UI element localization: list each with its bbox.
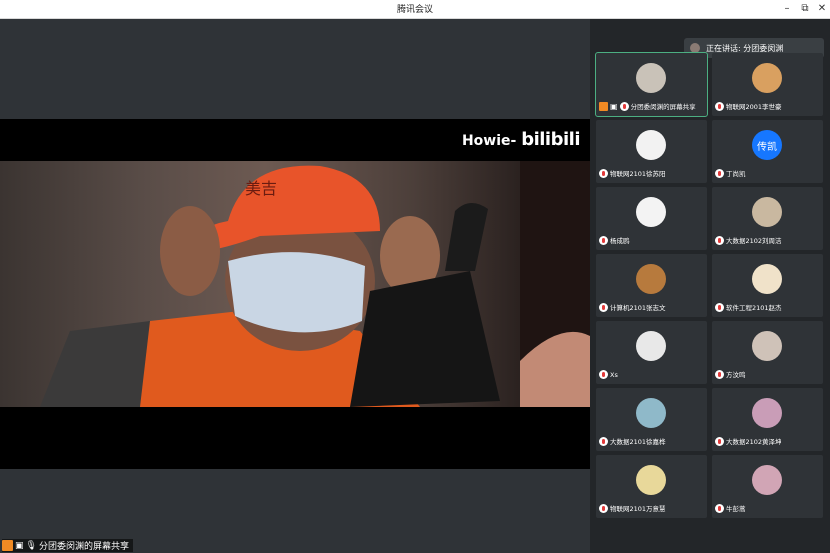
mic-muted-icon	[619, 101, 629, 111]
shared-screen-area[interactable]: 美吉 Howie- bilibili ▣ 🎙 分团委闵渊的屏幕共享	[0, 19, 590, 553]
participant-label: 大数据2101徐嘉桦	[599, 436, 666, 446]
participant-name: 大数据2102刘周洁	[726, 237, 782, 245]
participant-label: 计算机2101张志文	[599, 302, 666, 312]
participant-label: 方汶鸣	[715, 369, 746, 379]
share-label-text: 分团委闵渊的屏幕共享	[38, 542, 129, 552]
participant-avatar	[752, 197, 782, 227]
participant-avatar	[752, 264, 782, 294]
participant-name: Xs	[610, 370, 618, 379]
participant-avatar	[752, 398, 782, 428]
screen-share-label: ▣ 🎙 分团委闵渊的屏幕共享	[2, 539, 133, 552]
mic-muted-icon	[715, 101, 724, 111]
participant-label: 杨成鸥	[599, 235, 630, 245]
screen-share-icon: ▣	[610, 101, 618, 111]
mic-icon: 🎙	[25, 540, 37, 551]
participant-avatar	[752, 63, 782, 93]
participant-name: 大数据2102黄泽坤	[726, 438, 782, 446]
participant-tile[interactable]: 牛彭蒿	[712, 455, 823, 518]
window-title: 腾讯会议	[396, 5, 433, 15]
participant-avatar	[636, 264, 666, 294]
shared-video: 美吉 Howie- bilibili	[0, 119, 590, 469]
participant-avatar	[636, 63, 666, 93]
participant-label: 大数据2102刘周洁	[715, 235, 782, 245]
participant-label: 物联网2101万意慧	[599, 503, 666, 513]
share-user-icon	[2, 540, 13, 551]
share-user-icon	[599, 101, 608, 111]
mic-muted-icon	[599, 235, 608, 245]
participant-tile[interactable]: 大数据2102刘周洁	[712, 187, 823, 250]
participant-tile[interactable]: 物联网2101徐苏阳	[596, 120, 707, 183]
participant-label: ▣ 分团委闵渊的屏幕共享	[599, 101, 696, 111]
participant-tile[interactable]: 物联网2001李世豪	[712, 53, 823, 116]
participant-label: Xs	[599, 370, 618, 379]
participant-avatar: 传凯	[752, 130, 782, 160]
participant-label: 大数据2102黄泽坤	[715, 436, 782, 446]
participant-avatar	[636, 331, 666, 361]
participant-name: 分团委闵渊的屏幕共享	[630, 103, 696, 111]
participant-tile[interactable]: 大数据2102黄泽坤	[712, 388, 823, 451]
participant-name: 杨成鸥	[610, 237, 630, 245]
participant-avatar	[636, 465, 666, 495]
participant-name: 物联网2001李世豪	[726, 103, 782, 111]
video-frame: 美吉	[0, 161, 590, 407]
participant-name: 方汶鸣	[726, 371, 746, 379]
participant-name: 软件工程2101赵杰	[726, 304, 782, 312]
minimize-button[interactable]: –	[780, 2, 794, 15]
mic-muted-icon	[715, 503, 724, 513]
svg-text:美吉: 美吉	[245, 179, 277, 198]
participant-panel: 正在讲话: 分团委闵渊 ▣ 分团委闵渊的屏幕共享 物联网2001李世豪物联网2101…	[590, 19, 830, 553]
mic-muted-icon	[599, 370, 608, 379]
close-button[interactable]: ✕	[815, 2, 829, 15]
participant-label: 物联网2101徐苏阳	[599, 168, 666, 178]
mic-muted-icon	[715, 302, 724, 312]
participant-tile[interactable]: 计算机2101张志文	[596, 254, 707, 317]
participant-tile[interactable]: 杨成鸥	[596, 187, 707, 250]
participant-name: 物联网2101万意慧	[610, 505, 666, 513]
mic-muted-icon	[599, 168, 608, 178]
participant-label: 丁尚凯	[715, 168, 746, 178]
participant-label: 软件工程2101赵杰	[715, 302, 782, 312]
video-scene: 美吉	[40, 161, 590, 407]
watermark-text: Howie-	[461, 133, 517, 149]
screen-share-icon: ▣	[15, 540, 24, 551]
participant-tile[interactable]: 方汶鸣	[712, 321, 823, 384]
bilibili-watermark: Howie- bilibili	[461, 129, 581, 150]
participant-tile[interactable]: 软件工程2101赵杰	[712, 254, 823, 317]
participant-avatar	[636, 130, 666, 160]
participant-avatar	[752, 331, 782, 361]
participant-label: 物联网2001李世豪	[715, 101, 782, 111]
mic-muted-icon	[599, 302, 608, 312]
title-bar: 腾讯会议 – ⧉ ✕	[0, 0, 830, 19]
participant-tile[interactable]: 大数据2101徐嘉桦	[596, 388, 707, 451]
participant-tile[interactable]: 物联网2101万意慧	[596, 455, 707, 518]
participant-avatar	[636, 197, 666, 227]
mic-muted-icon	[715, 235, 724, 245]
mic-muted-icon	[599, 503, 608, 513]
speaker-avatar	[690, 43, 700, 53]
participant-name: 牛彭蒿	[726, 505, 746, 513]
speaking-text: 正在讲话: 分团委闵渊	[706, 43, 784, 53]
participant-label: 牛彭蒿	[715, 503, 746, 513]
participant-tile[interactable]: 传凯丁尚凯	[712, 120, 823, 183]
participant-tile[interactable]: Xs	[596, 321, 707, 384]
mic-muted-icon	[599, 436, 608, 446]
participant-name: 计算机2101张志文	[610, 304, 666, 312]
participant-avatar	[752, 465, 782, 495]
participant-name: 丁尚凯	[726, 170, 746, 178]
mic-muted-icon	[715, 369, 724, 379]
mic-muted-icon	[715, 168, 724, 178]
maximize-button[interactable]: ⧉	[798, 2, 812, 15]
bilibili-logo: bilibili	[521, 129, 580, 150]
participant-name: 大数据2101徐嘉桦	[610, 438, 666, 446]
participant-tile[interactable]: ▣ 分团委闵渊的屏幕共享	[595, 52, 708, 117]
participant-avatar	[636, 398, 666, 428]
participant-name: 物联网2101徐苏阳	[610, 170, 666, 178]
mic-muted-icon	[715, 436, 724, 446]
